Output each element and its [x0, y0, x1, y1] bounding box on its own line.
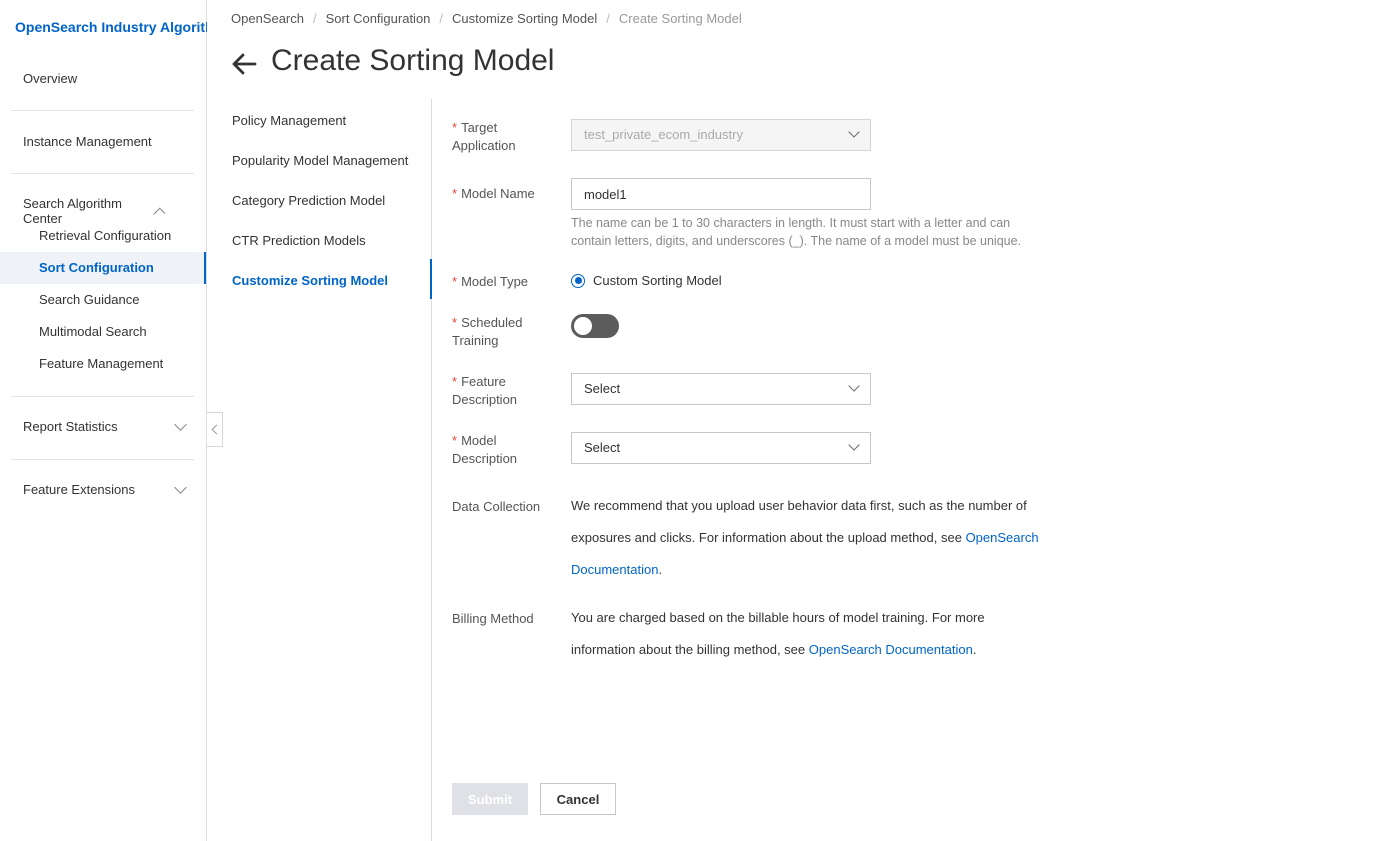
model-name-hint: The name can be 1 to 30 characters in le…	[571, 216, 1022, 248]
chevron-down-icon	[174, 480, 187, 494]
sidebar-item-overview[interactable]: Overview	[23, 71, 77, 86]
target-application-label: * Target Application	[452, 120, 516, 153]
sidebar-divider	[11, 396, 194, 397]
toggle-knob	[574, 317, 592, 335]
chevron-down-icon	[848, 439, 860, 451]
data-collection-text: We recommend that you upload user behavi…	[571, 498, 1039, 577]
subnav-item-policy-management[interactable]: Policy Management	[232, 113, 346, 128]
cancel-button[interactable]: Cancel	[540, 783, 616, 815]
scheduled-training-label: * Scheduled Training	[452, 315, 523, 348]
scheduled-training-toggle[interactable]	[571, 314, 619, 338]
model-name-input[interactable]	[571, 178, 871, 210]
sidebar-group-label: Report Statistics	[23, 419, 118, 434]
target-application-select: test_private_ecom_industry	[571, 119, 871, 151]
active-indicator	[430, 259, 432, 299]
documentation-link[interactable]: OpenSearch Documentation	[809, 642, 973, 657]
model-description-select[interactable]: Select	[571, 432, 871, 464]
model-name-label: * Model Name	[452, 186, 535, 201]
chevron-down-icon	[848, 380, 860, 392]
breadcrumb-item[interactable]: Sort Configuration	[326, 11, 431, 26]
sidebar-item-feature-management[interactable]: Feature Management	[0, 348, 206, 380]
back-arrow-icon[interactable]	[231, 52, 257, 76]
data-collection-label: Data Collection	[452, 499, 541, 514]
sidebar-item-search-guidance[interactable]: Search Guidance	[0, 284, 206, 316]
sidebar-item-multimodal-search[interactable]: Multimodal Search	[0, 316, 206, 348]
sidebar: OpenSearch Industry Algorithm Overview I…	[0, 0, 207, 841]
sidebar-item-sort-configuration[interactable]: Sort Configuration	[0, 252, 206, 284]
billing-method-label: Billing Method	[452, 611, 534, 626]
radio-label: Custom Sorting Model	[593, 273, 722, 288]
sidebar-group-label: Feature Extensions	[23, 482, 136, 497]
chevron-down-icon	[174, 417, 187, 431]
radio-checked-icon[interactable]	[571, 273, 585, 288]
subnav-item-ctr-prediction[interactable]: CTR Prediction Models	[232, 233, 366, 248]
sidebar-divider	[11, 173, 194, 174]
feature-description-label: * Feature Description	[452, 374, 518, 407]
model-description-label: * Model Description	[452, 433, 518, 466]
brand-title: OpenSearch Industry Algorithm	[15, 19, 207, 35]
secondary-nav: Policy Management Popularity Model Manag…	[207, 99, 432, 841]
model-type-radio[interactable]: Custom Sorting Model	[571, 273, 722, 288]
model-type-label: * Model Type	[452, 274, 529, 289]
sidebar-divider	[11, 110, 194, 111]
breadcrumb-item[interactable]: Customize Sorting Model	[452, 11, 597, 26]
billing-method-text: You are charged based on the billable ho…	[571, 610, 985, 657]
sidebar-item-retrieval-configuration[interactable]: Retrieval Configuration	[0, 220, 206, 252]
sidebar-divider	[11, 459, 194, 460]
sidebar-item-instance-management[interactable]: Instance Management	[23, 134, 152, 149]
chevron-down-icon	[848, 126, 860, 138]
subnav-item-customize-sorting[interactable]: Customize Sorting Model	[232, 273, 388, 288]
subnav-item-category-prediction[interactable]: Category Prediction Model	[232, 193, 385, 208]
sidebar-group-feature-extensions[interactable]: Feature Extensions	[23, 480, 193, 497]
feature-description-select[interactable]: Select	[571, 373, 871, 405]
sidebar-group-report-statistics[interactable]: Report Statistics	[23, 417, 193, 434]
breadcrumb-current: Create Sorting Model	[618, 11, 742, 26]
submit-button[interactable]: Submit	[452, 783, 528, 815]
subnav-item-popularity-model[interactable]: Popularity Model Management	[232, 153, 408, 168]
breadcrumb-item[interactable]: OpenSearch	[231, 11, 304, 26]
breadcrumb: OpenSearch / Sort Configuration / Customize …	[231, 11, 742, 26]
page-title: Create Sorting Model	[271, 44, 555, 77]
